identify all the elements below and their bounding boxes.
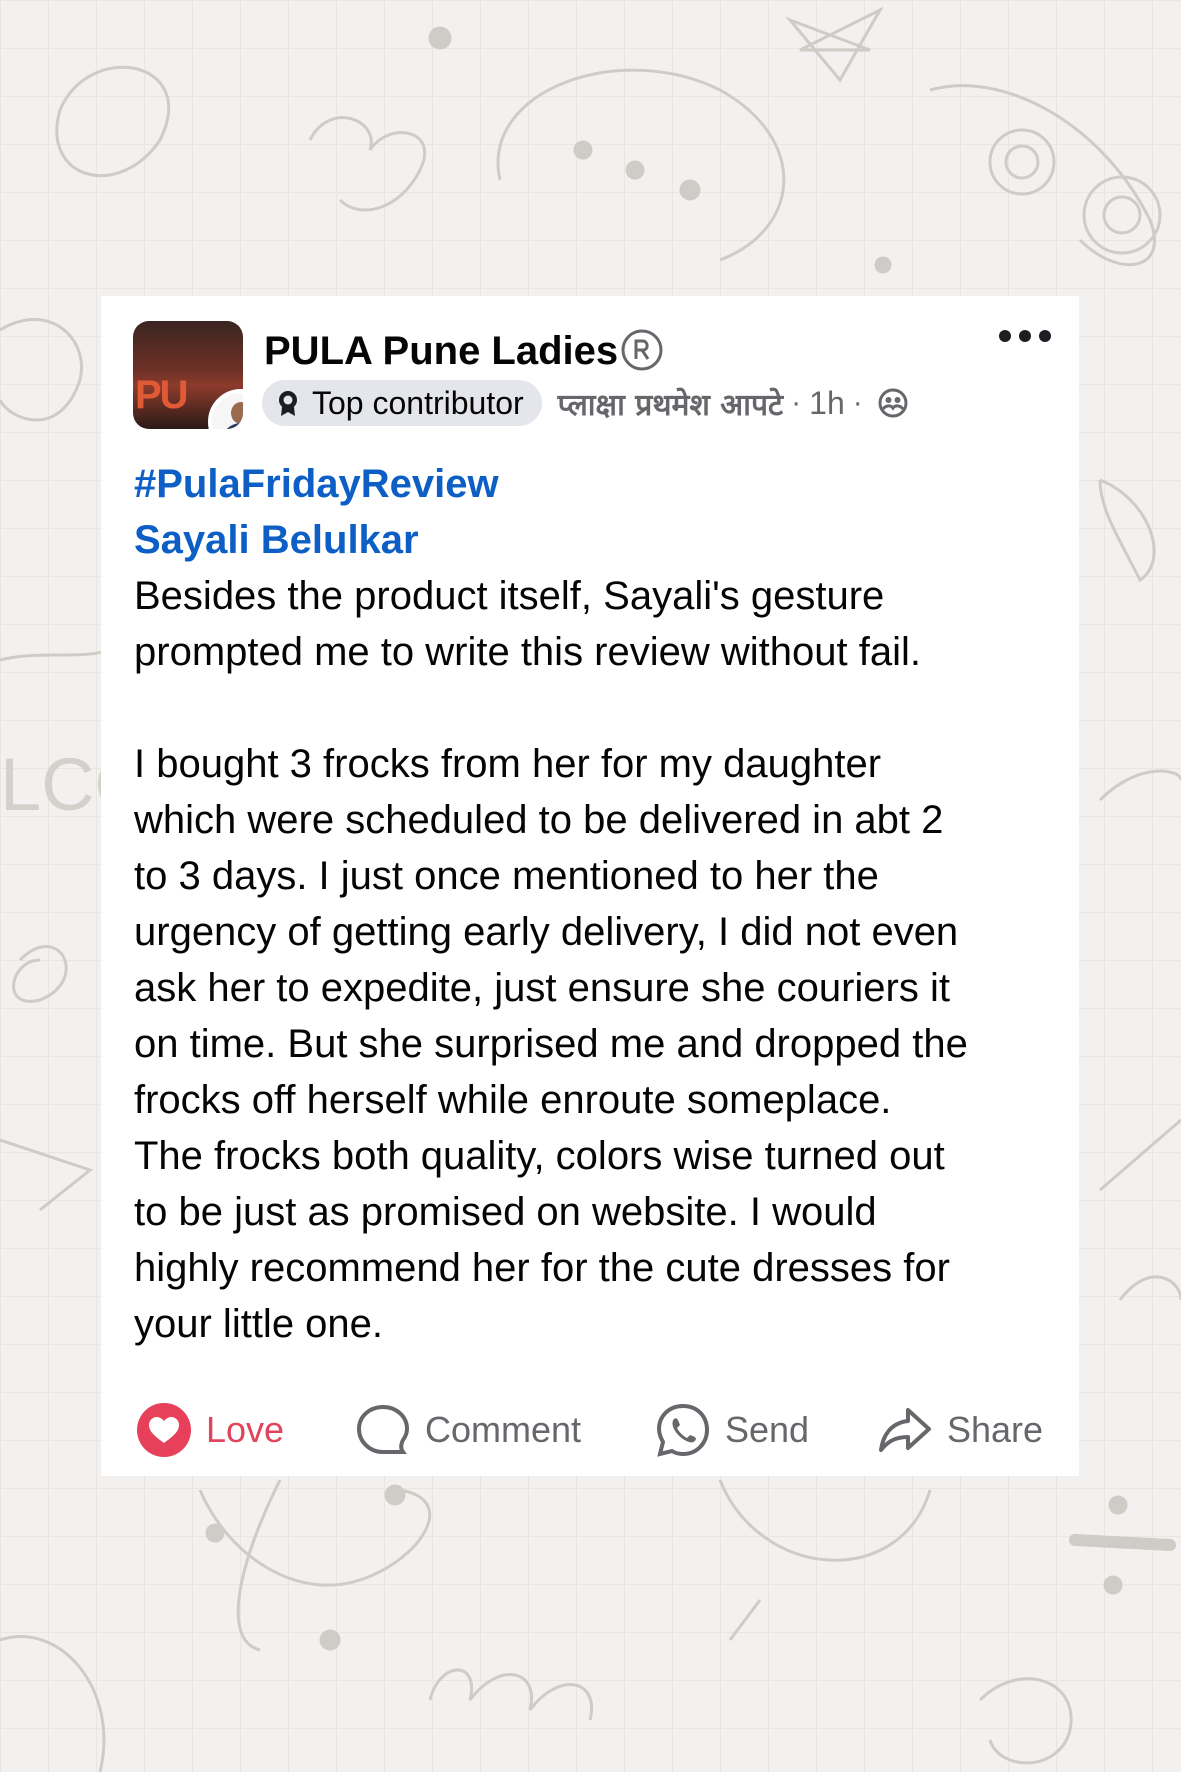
love-button[interactable]: Love <box>136 1402 284 1458</box>
action-bar: Love Comment Send Share <box>101 1402 1079 1458</box>
post-time[interactable]: 1h <box>809 385 845 422</box>
award-ribbon-icon <box>279 391 297 416</box>
post-meta: Top contributor प्लाक्षा प्रथमेश आपटे · … <box>262 380 909 426</box>
group-name[interactable]: PULA Pune Ladies <box>264 328 664 374</box>
share-arrow-icon <box>879 1408 931 1452</box>
post-body: #PulaFridayReview Sayali Belulkar Beside… <box>134 456 1064 1352</box>
whatsapp-send-icon <box>656 1403 710 1457</box>
more-dot <box>1039 330 1051 342</box>
love-label: Love <box>206 1409 285 1450</box>
author-avatar[interactable] <box>208 389 243 429</box>
heart-icon <box>137 1403 191 1457</box>
send-button[interactable]: Send <box>655 1402 809 1458</box>
meta-separator: · <box>852 386 863 419</box>
hashtag-link[interactable]: #PulaFridayReview <box>134 456 1064 512</box>
send-label: Send <box>725 1409 810 1450</box>
share-button[interactable]: Share <box>877 1402 1043 1458</box>
registered-mark-icon <box>621 329 663 371</box>
author-avatar-body <box>221 423 243 429</box>
group-audience-icon <box>878 388 908 418</box>
comment-button[interactable]: Comment <box>355 1402 581 1458</box>
post-card: PU PULA Pune Ladies Top contributor प्ला… <box>101 296 1079 1476</box>
badge-label: Top contributor <box>312 384 524 421</box>
more-options-icon[interactable] <box>999 330 1051 344</box>
post-paragraph: Besides the product itself, Sayali's ges… <box>134 574 921 674</box>
more-dot <box>1019 330 1031 342</box>
group-name-text[interactable]: PULA Pune Ladies <box>264 329 618 373</box>
meta-separator: · <box>791 386 802 419</box>
mention-link[interactable]: Sayali Belulkar <box>134 512 1064 568</box>
author-avatar-head <box>231 402 243 424</box>
share-label: Share <box>947 1409 1044 1450</box>
comment-label: Comment <box>425 1409 582 1450</box>
post-paragraph: I bought 3 frocks from her for my daught… <box>134 742 968 1346</box>
comment-bubble-icon <box>356 1404 410 1454</box>
more-dot <box>999 330 1011 342</box>
author-name[interactable]: प्लाक्षा प्रथमेश आपटे <box>558 383 783 424</box>
top-contributor-badge[interactable]: Top contributor <box>262 380 542 426</box>
avatar-logo-text: PU <box>135 373 189 417</box>
group-avatar[interactable]: PU <box>133 321 243 429</box>
